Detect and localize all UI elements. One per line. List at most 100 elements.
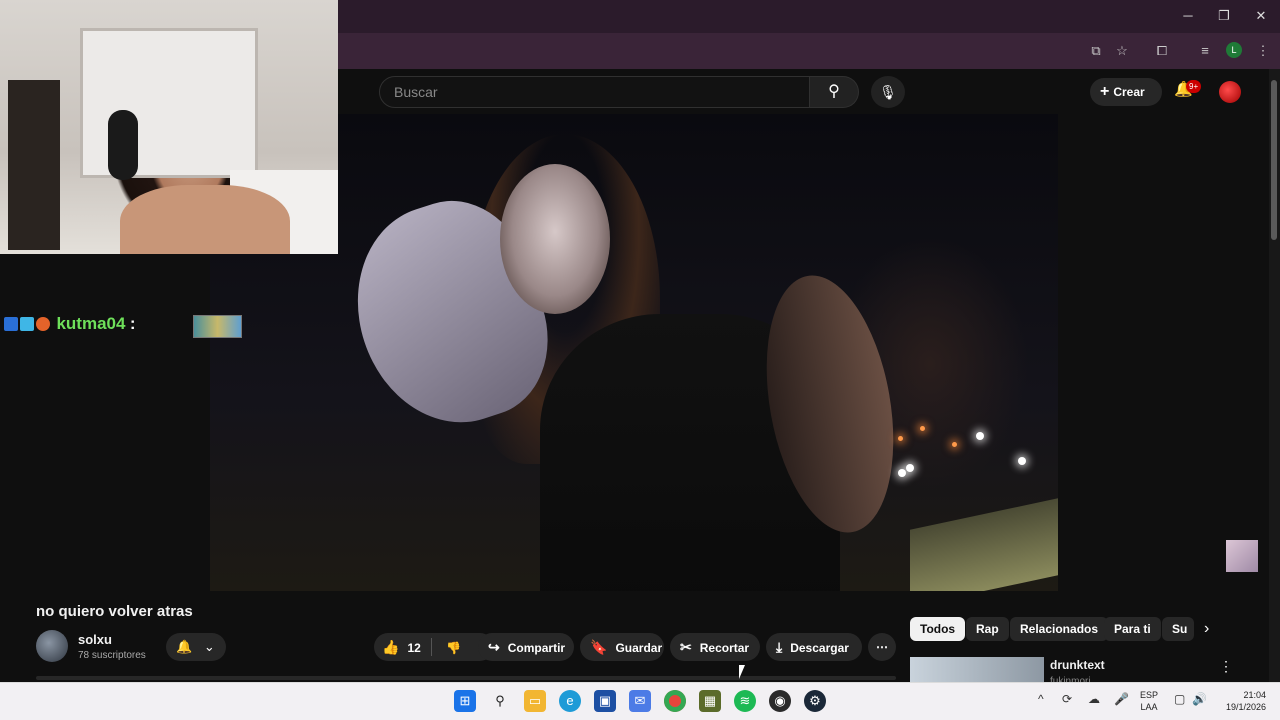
file-explorer-icon[interactable]: ▭ xyxy=(524,690,546,712)
kebab-icon[interactable]: ⋮ xyxy=(1253,42,1273,60)
clock-time: 21:04 xyxy=(1243,690,1266,700)
city-light xyxy=(906,464,914,472)
chip-relacionados[interactable]: Relacionados xyxy=(1010,617,1109,641)
webcam-overlay xyxy=(0,0,338,254)
mail-icon[interactable]: ✉ xyxy=(629,690,651,712)
city-light xyxy=(898,436,903,441)
clock-date: 19/1/2026 xyxy=(1225,702,1266,712)
headset-icon xyxy=(108,110,138,180)
download-icon: ⤓ xyxy=(776,639,783,655)
edge-icon[interactable]: e xyxy=(559,690,581,712)
download-label: Descargar xyxy=(790,641,849,655)
recommended-video-thumbnail[interactable] xyxy=(910,657,1044,682)
cast-icon[interactable]: ⧉ xyxy=(1086,42,1106,60)
webcam-mirror xyxy=(8,80,60,250)
share-button[interactable]: ↪ Compartir xyxy=(478,633,574,661)
store-icon[interactable]: ▣ xyxy=(594,690,616,712)
sync-icon[interactable]: ⟳ xyxy=(1062,692,1072,706)
mouse-cursor xyxy=(739,665,745,679)
minecraft-icon[interactable]: ▦ xyxy=(699,690,721,712)
video-ground xyxy=(910,498,1058,591)
network-icon[interactable]: ▢ xyxy=(1174,692,1185,706)
save-button[interactable]: 🔖 Guardar xyxy=(580,633,664,661)
volume-icon[interactable]: 🔊 xyxy=(1192,692,1207,706)
dislike-button[interactable]: 👎 xyxy=(446,641,461,655)
save-label: Guardar xyxy=(615,641,663,655)
minimize-button[interactable]: ─ xyxy=(1173,6,1203,26)
restore-button[interactable]: ❐ xyxy=(1209,6,1239,26)
like-button[interactable]: 👍 12 xyxy=(382,639,421,655)
microphone-icon[interactable]: 🎤 xyxy=(1114,692,1129,706)
steam-icon[interactable]: ⚙ xyxy=(804,690,826,712)
search-input[interactable]: Buscar xyxy=(379,76,810,108)
language-code: ESP xyxy=(1140,690,1159,700)
share-label: Compartir xyxy=(507,641,566,655)
keyboard-layout: LAA xyxy=(1140,702,1158,712)
search-icon[interactable]: ⚲ xyxy=(489,690,511,712)
city-light xyxy=(898,469,906,477)
profile-avatar[interactable]: L xyxy=(1226,42,1242,58)
chat-message: kutma04 : xyxy=(4,314,136,336)
windows-start-icon[interactable]: ⊞ xyxy=(454,690,476,712)
recommended-video-title[interactable]: drunktext xyxy=(1050,658,1105,672)
extensions-icon[interactable]: ⧠ xyxy=(1152,42,1172,60)
bookmark-icon: 🔖 xyxy=(590,639,608,655)
subscription-bell-button[interactable]: 🔔 ⌄ xyxy=(166,633,226,661)
chip-rap[interactable]: Rap xyxy=(966,617,1009,641)
chevron-up-icon[interactable]: ^ xyxy=(1038,692,1044,706)
search-button[interactable]: ⚲ xyxy=(810,76,859,108)
description-box-edge xyxy=(36,676,896,680)
chip-todos[interactable]: Todos xyxy=(910,617,966,641)
city-light xyxy=(1018,457,1026,465)
language-indicator[interactable]: ESP LAA xyxy=(1140,689,1158,713)
video-title: no quiero volver atras xyxy=(36,603,193,620)
chip-para-ti[interactable]: Para ti xyxy=(1104,617,1161,641)
webcam-person xyxy=(120,185,290,254)
bell-icon: 🔔 xyxy=(176,639,193,654)
more-icon: ⋯ xyxy=(876,640,888,654)
media-icon[interactable]: ≡ xyxy=(1195,42,1215,60)
system-clock[interactable]: 21:04 19/1/2026 xyxy=(1212,689,1266,713)
clip-label: Recortar xyxy=(699,641,750,655)
search-icon: ⚲ xyxy=(828,83,840,100)
plus-icon: + xyxy=(1100,83,1110,100)
channel-avatar[interactable] xyxy=(36,630,68,662)
channel-name[interactable]: solxu xyxy=(78,632,112,647)
badge-icon xyxy=(4,317,18,331)
chat-separator: : xyxy=(129,314,136,333)
mic-icon: 🎙 xyxy=(879,84,897,100)
badge-icon xyxy=(36,317,50,331)
floating-thumbnail[interactable] xyxy=(1226,540,1258,572)
star-icon[interactable]: ☆ xyxy=(1112,42,1132,60)
city-light xyxy=(952,442,957,447)
webcam-window xyxy=(80,28,258,178)
thumbs-down-icon: 👎 xyxy=(446,641,462,655)
close-window-button[interactable]: ✕ xyxy=(1246,6,1276,26)
create-button[interactable]: + Crear xyxy=(1090,78,1162,106)
like-count: 12 xyxy=(407,641,421,655)
spotify-icon[interactable]: ≋ xyxy=(734,690,756,712)
clip-button[interactable]: ✂ Recortar xyxy=(670,633,760,661)
more-actions-button[interactable]: ⋯ xyxy=(868,633,896,661)
chevron-right-icon[interactable]: › xyxy=(1204,620,1209,638)
scrollbar-thumb[interactable] xyxy=(1271,80,1277,240)
share-icon: ↪ xyxy=(488,639,500,655)
cloud-icon[interactable]: ☁ xyxy=(1088,692,1100,706)
thumbs-up-icon: 👍 xyxy=(382,639,400,655)
badge-icon xyxy=(20,317,34,331)
city-light xyxy=(920,426,925,431)
notification-count-badge: 9+ xyxy=(1186,80,1202,93)
chevron-down-icon: ⌄ xyxy=(203,639,215,654)
obs-icon[interactable]: ◉ xyxy=(769,690,791,712)
like-dislike-group: 👍 12 👎 xyxy=(374,633,494,661)
kebab-icon[interactable]: ⋮ xyxy=(1219,658,1233,675)
chat-emote xyxy=(193,315,242,338)
video-figure-head xyxy=(500,164,610,314)
account-avatar[interactable] xyxy=(1219,81,1241,103)
like-divider xyxy=(431,638,432,656)
chrome-icon[interactable] xyxy=(664,690,686,712)
chip-truncated[interactable]: Su xyxy=(1162,617,1194,641)
voice-search-button[interactable]: 🎙 xyxy=(871,76,905,108)
download-button[interactable]: ⤓ Descargar xyxy=(766,633,862,661)
chat-username: kutma04 xyxy=(56,314,126,333)
